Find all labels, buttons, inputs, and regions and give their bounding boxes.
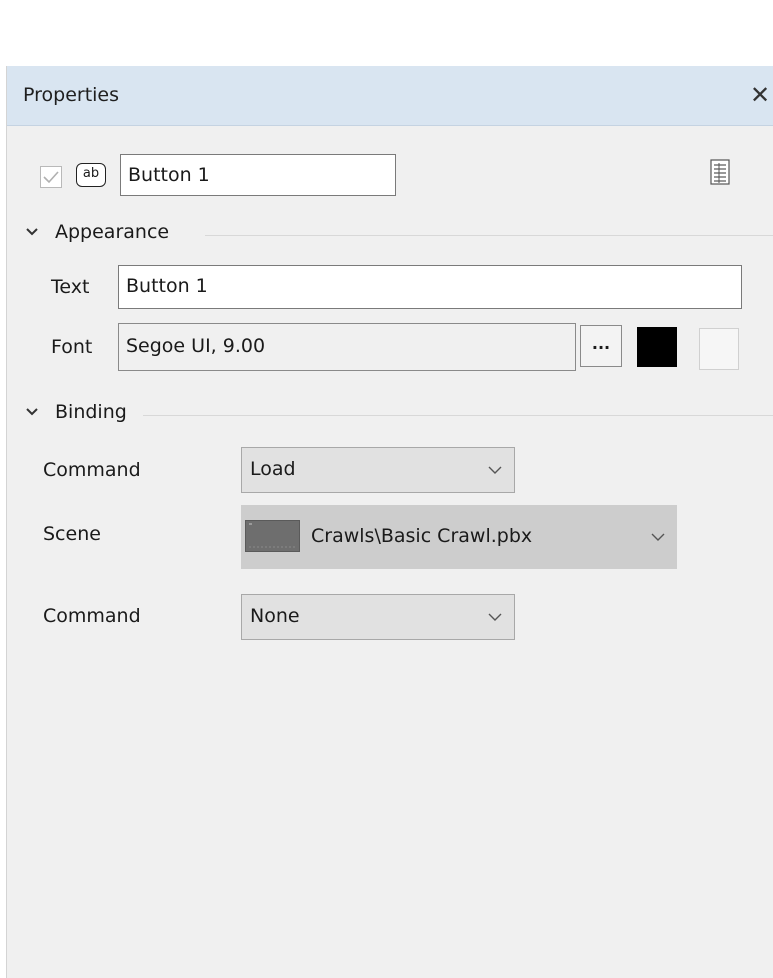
enabled-checkbox[interactable] (40, 166, 62, 188)
top-blank-area (0, 0, 773, 66)
chevron-down-icon (651, 533, 665, 541)
command-dropdown-2[interactable]: None (241, 594, 515, 640)
checkmark-icon (43, 171, 59, 184)
appearance-section-title: Appearance (55, 221, 170, 243)
scene-label: Scene (43, 523, 101, 545)
chevron-down-icon (488, 613, 502, 621)
properties-panel: Properties ✕ ab Button 1 Appearance Text… (6, 66, 773, 978)
button-type-icon: ab (76, 163, 106, 187)
panel-titlebar: Properties ✕ (7, 66, 773, 126)
font-value-field: Segoe UI, 9.00 (118, 323, 576, 371)
close-icon[interactable]: ✕ (746, 80, 773, 110)
section-divider (143, 415, 773, 416)
binding-section-title: Binding (55, 401, 127, 423)
scene-thumbnail (245, 520, 300, 552)
font-label: Font (51, 336, 93, 358)
binding-section-header[interactable]: Binding (25, 401, 773, 431)
properties-page-icon[interactable] (710, 159, 730, 185)
appearance-section-header[interactable]: Appearance (25, 221, 773, 251)
command-dropdown-value: Load (250, 458, 296, 480)
font-color-swatch[interactable] (637, 327, 677, 367)
background-color-swatch[interactable] (699, 328, 739, 370)
text-input[interactable]: Button 1 (118, 265, 742, 309)
text-label: Text (51, 276, 90, 298)
command-label: Command (43, 605, 141, 627)
command-label: Command (43, 459, 141, 481)
chevron-down-icon (26, 408, 38, 416)
chevron-down-icon (488, 466, 502, 474)
command-dropdown[interactable]: Load (241, 447, 515, 493)
section-divider (205, 235, 773, 236)
object-name-input[interactable]: Button 1 (120, 154, 396, 196)
scene-dropdown[interactable]: Crawls\Basic Crawl.pbx (241, 505, 677, 569)
panel-title: Properties (23, 84, 120, 106)
scene-dropdown-value: Crawls\Basic Crawl.pbx (311, 525, 533, 547)
command-dropdown-value: None (250, 605, 300, 627)
font-picker-button[interactable]: ... (580, 325, 622, 367)
chevron-down-icon (26, 228, 38, 236)
scene-thumbnail-icon (249, 523, 296, 548)
